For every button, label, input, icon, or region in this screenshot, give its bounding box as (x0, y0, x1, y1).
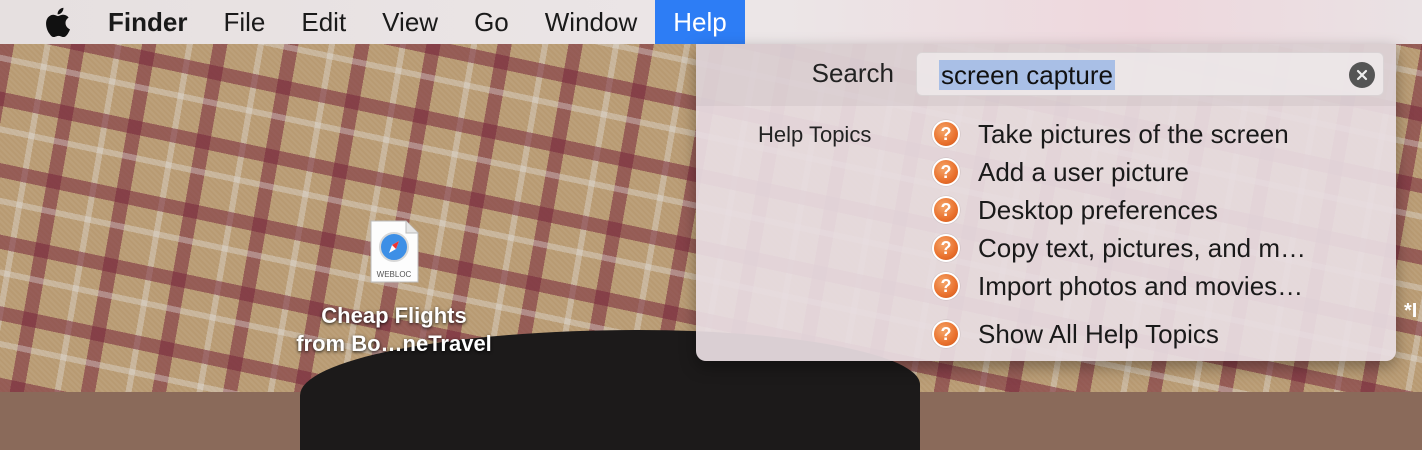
menu-window[interactable]: Window (527, 0, 655, 44)
menu-app-finder[interactable]: Finder (90, 0, 205, 44)
help-question-icon: ? (932, 272, 960, 300)
apple-logo-icon[interactable] (36, 0, 78, 44)
menu-go[interactable]: Go (456, 0, 527, 44)
help-topic-label: Copy text, pictures, and m… (978, 232, 1307, 263)
help-search-input[interactable]: screen capture (916, 52, 1384, 96)
help-topic-label: Add a user picture (978, 156, 1190, 187)
file-label-line2: from Bo…neTravel (296, 331, 492, 356)
menu-bar: Finder File Edit View Go Window Help (0, 0, 1422, 44)
help-topic-item[interactable]: ? Take pictures of the screen (932, 117, 1289, 151)
help-topic-label: Import photos and movies… (978, 270, 1304, 301)
menu-file[interactable]: File (205, 0, 283, 44)
help-question-icon: ? (932, 158, 960, 186)
webloc-file-icon[interactable]: WEBLOC (368, 220, 420, 284)
help-topic-label: Take pictures of the screen (978, 118, 1289, 149)
help-topic-item[interactable]: ? Import photos and movies… (932, 269, 1303, 303)
help-topic-item[interactable]: ? Desktop preferences (932, 193, 1218, 227)
desktop-file-label[interactable]: Cheap Flights from Bo…neTravel (270, 302, 518, 358)
help-topics-label: Help Topics (758, 122, 872, 147)
help-menu-dropdown: Search screen capture Help Topics ? Take… (696, 44, 1396, 361)
help-question-icon: ? (932, 120, 960, 148)
help-topic-label: Desktop preferences (978, 194, 1218, 225)
help-question-icon: ? (932, 320, 960, 348)
edge-icon-label: *I (1404, 300, 1418, 322)
menu-edit[interactable]: Edit (283, 0, 364, 44)
show-all-help-topics-label: Show All Help Topics (978, 318, 1219, 349)
search-label: Search (811, 58, 894, 88)
menu-help[interactable]: Help (655, 0, 745, 44)
help-topic-item[interactable]: ? Add a user picture (932, 155, 1189, 189)
help-search-row: Search screen capture (696, 44, 1396, 106)
file-label-line1: Cheap Flights (321, 303, 467, 328)
file-badge-label: WEBLOC (377, 270, 412, 279)
clear-icon[interactable] (1349, 62, 1375, 88)
help-question-icon: ? (932, 196, 960, 224)
search-input-value[interactable]: screen capture (939, 60, 1115, 90)
menu-view[interactable]: View (364, 0, 456, 44)
help-topic-item[interactable]: ? Copy text, pictures, and m… (932, 231, 1306, 265)
help-question-icon: ? (932, 234, 960, 262)
show-all-help-topics-item[interactable]: ? Show All Help Topics (932, 317, 1219, 351)
